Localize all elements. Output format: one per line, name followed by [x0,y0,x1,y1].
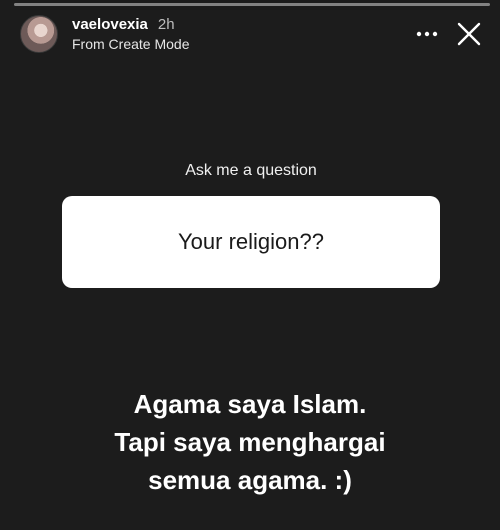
story-progress-bar [14,3,490,6]
header-text: vaelovexia 2h From Create Mode [72,16,189,53]
more-horizontal-icon[interactable] [416,23,438,45]
answer-line: Tapi saya menghargai [114,427,386,457]
progress-segment [14,3,490,6]
story-header: vaelovexia 2h From Create Mode [20,14,482,54]
header-actions [416,21,482,47]
question-sticker[interactable]: Ask me a question Your religion?? [62,146,440,288]
avatar[interactable] [20,15,58,53]
question-prompt: Ask me a question [185,162,317,179]
question-text: Your religion?? [62,196,440,288]
close-icon[interactable] [456,21,482,47]
story-viewer: vaelovexia 2h From Create Mode Ask me a … [0,0,500,530]
post-time: 2h [157,15,175,33]
header-top-row: vaelovexia 2h [72,16,189,34]
answer-line: Agama saya Islam. [133,389,367,419]
username[interactable]: vaelovexia [72,16,148,34]
story-subtitle: From Create Mode [72,35,190,52]
answer-line: semua agama. :) [148,465,352,495]
answer-text: Agama saya Islam. Tapi saya menghargai s… [0,385,500,499]
